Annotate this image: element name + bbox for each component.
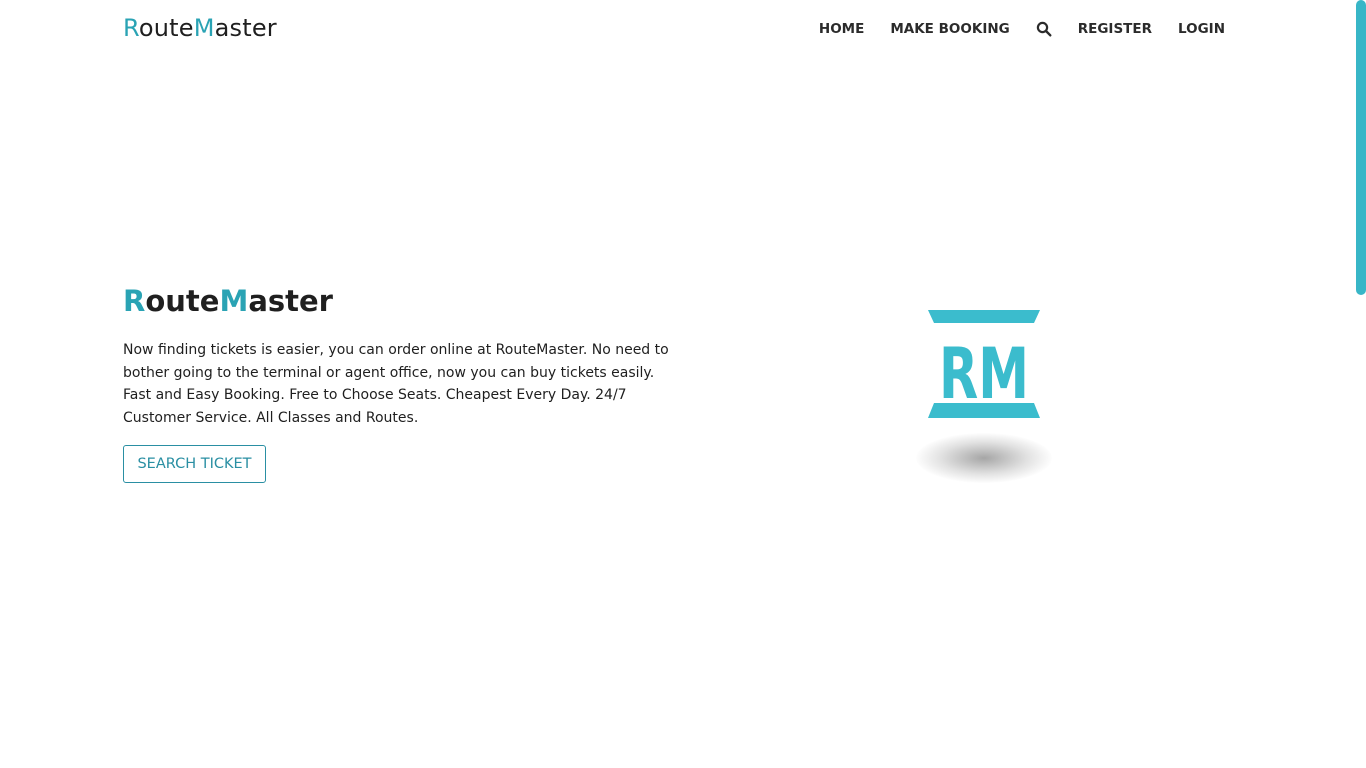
hero-title: RouteMaster — [123, 284, 333, 318]
main-nav: HOME MAKE BOOKING REGISTER LOGIN — [819, 21, 1225, 37]
brand-text-aster: aster — [214, 14, 277, 42]
brand-letter-r: R — [123, 14, 139, 42]
rm-logo: RM — [912, 305, 1057, 490]
hero-title-text-oute: oute — [145, 284, 220, 318]
brand-letter-m: M — [193, 14, 215, 42]
hero-title-letter-m: M — [219, 284, 249, 318]
search-ticket-button[interactable]: SEARCH TICKET — [123, 445, 266, 483]
brand-logo-link[interactable]: RouteMaster — [123, 14, 277, 42]
nav-register[interactable]: REGISTER — [1078, 21, 1152, 37]
logo-shadow — [916, 433, 1052, 483]
navbar: RouteMaster HOME MAKE BOOKING REGISTER L… — [0, 0, 1366, 60]
nav-make-booking[interactable]: MAKE BOOKING — [890, 21, 1009, 37]
hero-description: Now finding tickets is easier, you can o… — [123, 342, 669, 427]
brand-text-oute: oute — [138, 14, 194, 42]
search-icon[interactable] — [1036, 21, 1052, 37]
hero-title-letter-r: R — [123, 284, 146, 318]
page: RouteMaster HOME MAKE BOOKING REGISTER L… — [0, 0, 1366, 768]
rm-logo-text: RM — [939, 333, 1029, 415]
rm-logo-graphic: RM — [928, 310, 1040, 418]
hero-title-text-aster: aster — [248, 284, 333, 318]
nav-home[interactable]: HOME — [819, 21, 864, 37]
nav-login[interactable]: LOGIN — [1178, 21, 1225, 37]
scrollbar-thumb[interactable] — [1356, 0, 1366, 295]
